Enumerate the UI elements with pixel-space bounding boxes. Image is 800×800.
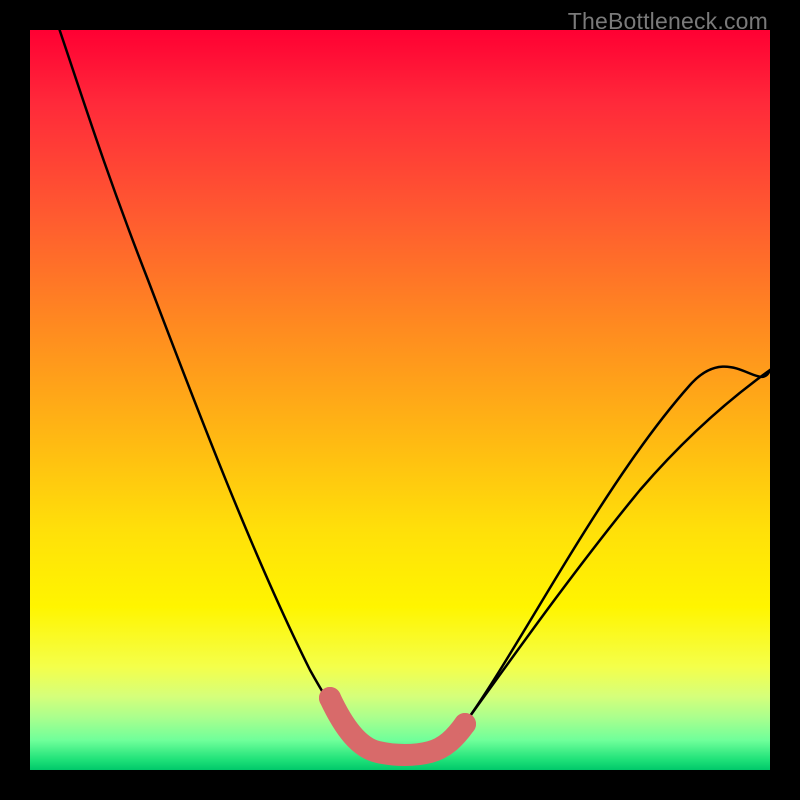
plot-area: [30, 30, 770, 770]
optimal-zone-start-dot: [319, 687, 341, 709]
optimal-zone-end-dot: [454, 713, 476, 735]
chart-frame: TheBottleneck.com: [0, 0, 800, 800]
optimal-zone-path: [330, 698, 465, 755]
bottleneck-curve-path: [60, 30, 770, 754]
bottleneck-curve-svg: [30, 30, 770, 770]
bottleneck-curve-right: [460, 370, 770, 730]
